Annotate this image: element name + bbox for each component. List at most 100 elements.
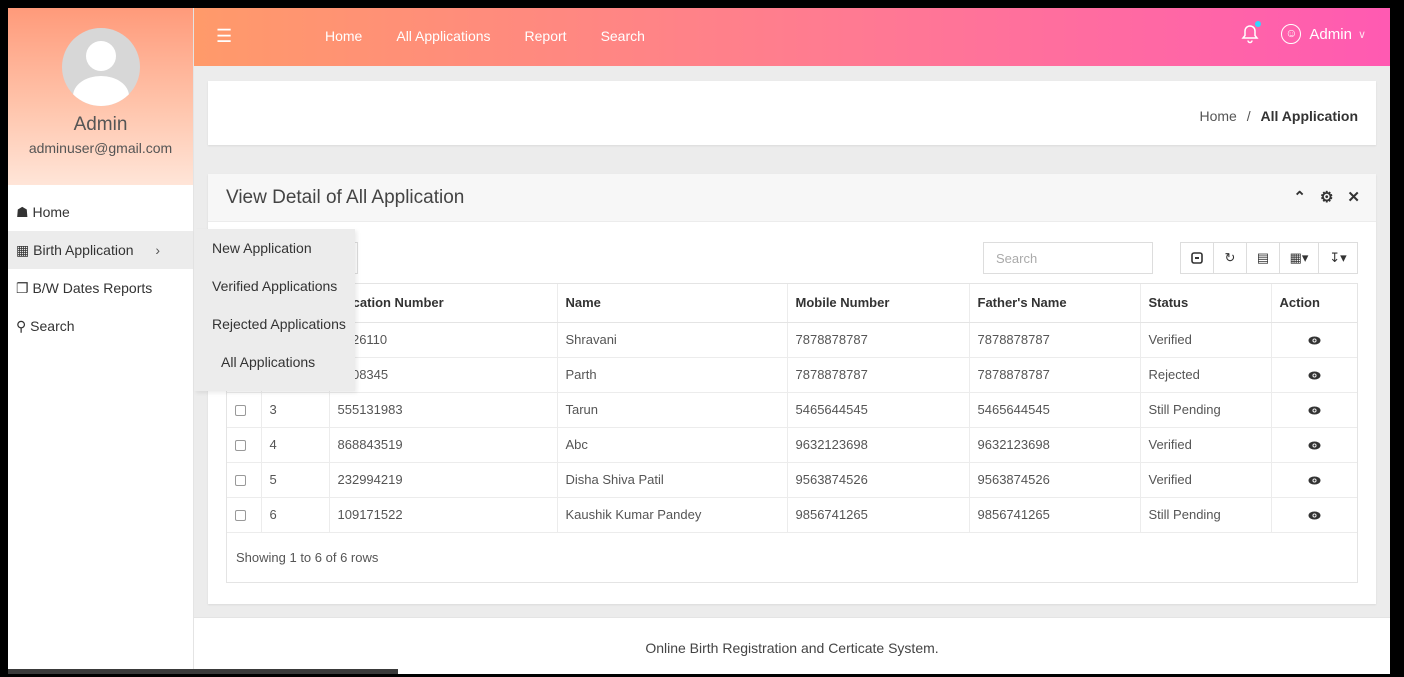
cell-application-number: 4108345 bbox=[328, 356, 557, 392]
submenu-verified-applications[interactable]: Verified Applications bbox=[194, 267, 355, 305]
breadcrumb-current: All Application bbox=[1260, 108, 1358, 124]
cell-serial: 5 bbox=[260, 461, 329, 497]
topnav-all-applications[interactable]: All Applications bbox=[396, 28, 490, 44]
eye-icon[interactable] bbox=[1308, 472, 1321, 487]
eye-icon[interactable] bbox=[1308, 402, 1321, 417]
topnav-search[interactable]: Search bbox=[601, 28, 645, 44]
row-select[interactable] bbox=[227, 391, 261, 427]
bell-icon[interactable] bbox=[1241, 21, 1262, 44]
top-nav: Home All Applications Report Search bbox=[325, 28, 679, 44]
chevron-down-icon[interactable]: ∨ bbox=[1358, 28, 1366, 41]
cell-mobile: 7878878787 bbox=[786, 356, 969, 392]
cell-application-number: 868843519 bbox=[328, 426, 557, 462]
cell-action bbox=[1270, 496, 1357, 532]
cell-status: Still Pending bbox=[1139, 496, 1271, 532]
cell-mobile: 5465644545 bbox=[786, 391, 969, 427]
col-name[interactable]: Name bbox=[556, 284, 787, 323]
eye-icon[interactable] bbox=[1308, 367, 1321, 382]
profile-card: Admin adminuser@gmail.com bbox=[8, 8, 193, 185]
cell-father: 7878878787 bbox=[968, 356, 1140, 392]
table-row: 6 109171522 Kaushik Kumar Pandey 9856741… bbox=[227, 496, 1357, 532]
col-fathers-name[interactable]: Father's Name bbox=[968, 284, 1140, 323]
col-action: Action bbox=[1270, 284, 1357, 323]
top-navbar: ☰ Home All Applications Report Search ☺ … bbox=[194, 8, 1390, 66]
collapse-icon[interactable]: ⌃ bbox=[1293, 188, 1306, 206]
eye-icon[interactable] bbox=[1308, 332, 1321, 347]
hamburger-icon[interactable]: ☰ bbox=[216, 26, 232, 47]
cell-serial: 6 bbox=[260, 496, 329, 532]
table-body: 5226110 Shravani 7878878787 7878878787 V… bbox=[227, 321, 1357, 532]
row-select[interactable] bbox=[227, 426, 261, 462]
topnav-home[interactable]: Home bbox=[325, 28, 362, 44]
cell-status: Verified bbox=[1139, 321, 1271, 357]
cell-action bbox=[1270, 321, 1357, 357]
columns-icon[interactable]: ▦▾ bbox=[1279, 242, 1319, 274]
cell-name: Shravani bbox=[556, 321, 787, 357]
close-icon[interactable]: ✕ bbox=[1347, 188, 1360, 206]
col-application-number[interactable]: plication Number bbox=[328, 284, 557, 323]
cell-application-number: 109171522 bbox=[328, 496, 557, 532]
search-input[interactable] bbox=[983, 242, 1153, 274]
cell-status: Verified bbox=[1139, 461, 1271, 497]
cell-serial: 4 bbox=[260, 426, 329, 462]
table-row: 4108345 Parth 7878878787 7878878787 Reje… bbox=[227, 356, 1357, 392]
search-icon: ⚲ bbox=[16, 318, 27, 334]
submenu-all-applications[interactable]: All Applications bbox=[194, 343, 355, 381]
panel-title: View Detail of All Application bbox=[226, 187, 465, 208]
sidebar-item-birth-application[interactable]: ▦ Birth Application › bbox=[8, 231, 193, 269]
profile-email: adminuser@gmail.com bbox=[28, 140, 173, 156]
export-icon[interactable]: ↧▾ bbox=[1318, 242, 1358, 274]
cell-mobile: 7878878787 bbox=[786, 321, 969, 357]
user-menu-label[interactable]: Admin bbox=[1309, 26, 1352, 43]
app-window: Admin adminuser@gmail.com ☗ Home ▦ Birth… bbox=[8, 8, 1390, 674]
copy-icon: ❐ bbox=[16, 280, 29, 296]
toolbar-buttons: ↻ ▤ ▦▾ ↧▾ bbox=[1180, 242, 1358, 274]
avatar bbox=[61, 28, 140, 106]
submenu-rejected-applications[interactable]: Rejected Applications bbox=[194, 305, 355, 343]
checkbox[interactable] bbox=[235, 475, 246, 487]
checkbox[interactable] bbox=[235, 440, 246, 452]
row-select[interactable] bbox=[227, 461, 261, 497]
wrench-icon[interactable]: ⚙ bbox=[1320, 188, 1333, 206]
table-header-row: plication Number Name Mobile Number Fath… bbox=[227, 284, 1357, 323]
home-icon: ☗ bbox=[16, 204, 29, 220]
row-select[interactable] bbox=[227, 496, 261, 532]
checkbox[interactable] bbox=[235, 405, 246, 417]
cell-status: Verified bbox=[1139, 426, 1271, 462]
sidebar-item-bw-dates-reports[interactable]: ❐ B/W Dates Reports bbox=[8, 269, 193, 307]
refresh-icon[interactable]: ↻ bbox=[1213, 242, 1247, 274]
profile-name: Admin bbox=[73, 114, 128, 135]
cell-mobile: 9563874526 bbox=[786, 461, 969, 497]
pagination-info: Showing 1 to 6 of 6 rows bbox=[227, 532, 1357, 582]
cell-name: Kaushik Kumar Pandey bbox=[556, 496, 787, 532]
eye-icon[interactable] bbox=[1308, 507, 1321, 522]
topnav-report[interactable]: Report bbox=[525, 28, 567, 44]
submenu-new-application[interactable]: New Application bbox=[194, 229, 355, 267]
sidebar-item-search[interactable]: ⚲ Search bbox=[8, 307, 193, 345]
user-area: ☺ Admin ∨ bbox=[1241, 21, 1366, 44]
breadcrumb-home[interactable]: Home bbox=[1199, 108, 1236, 124]
eye-icon[interactable] bbox=[1308, 437, 1321, 452]
cell-application-number: 5226110 bbox=[328, 321, 557, 357]
notification-dot bbox=[1255, 21, 1262, 27]
toggle-view-icon[interactable]: ▤ bbox=[1246, 242, 1280, 274]
horizontal-scrollbar[interactable] bbox=[8, 669, 398, 674]
table-row: 5226110 Shravani 7878878787 7878878787 V… bbox=[227, 321, 1357, 357]
col-status[interactable]: Status bbox=[1139, 284, 1271, 323]
cell-application-number: 555131983 bbox=[328, 391, 557, 427]
sidebar-item-label: Search bbox=[30, 318, 75, 334]
user-icon[interactable]: ☺ bbox=[1281, 24, 1302, 44]
cell-action bbox=[1270, 426, 1357, 462]
col-mobile-number[interactable]: Mobile Number bbox=[786, 284, 969, 323]
sidebar-item-label: Birth Application bbox=[33, 242, 134, 258]
cell-name: Tarun bbox=[556, 391, 787, 427]
checkbox[interactable] bbox=[235, 510, 246, 522]
cell-status: Still Pending bbox=[1139, 391, 1271, 427]
toggle-pagination-icon[interactable] bbox=[1180, 242, 1214, 274]
cell-father: 7878878787 bbox=[968, 321, 1140, 357]
sidebar: Admin adminuser@gmail.com ☗ Home ▦ Birth… bbox=[8, 8, 194, 674]
cell-name: Abc bbox=[556, 426, 787, 462]
sidebar-item-home[interactable]: ☗ Home bbox=[8, 193, 193, 231]
sidebar-item-label: Home bbox=[32, 204, 70, 220]
panel-header: View Detail of All Application ⌃ ⚙ ✕ bbox=[208, 174, 1376, 222]
